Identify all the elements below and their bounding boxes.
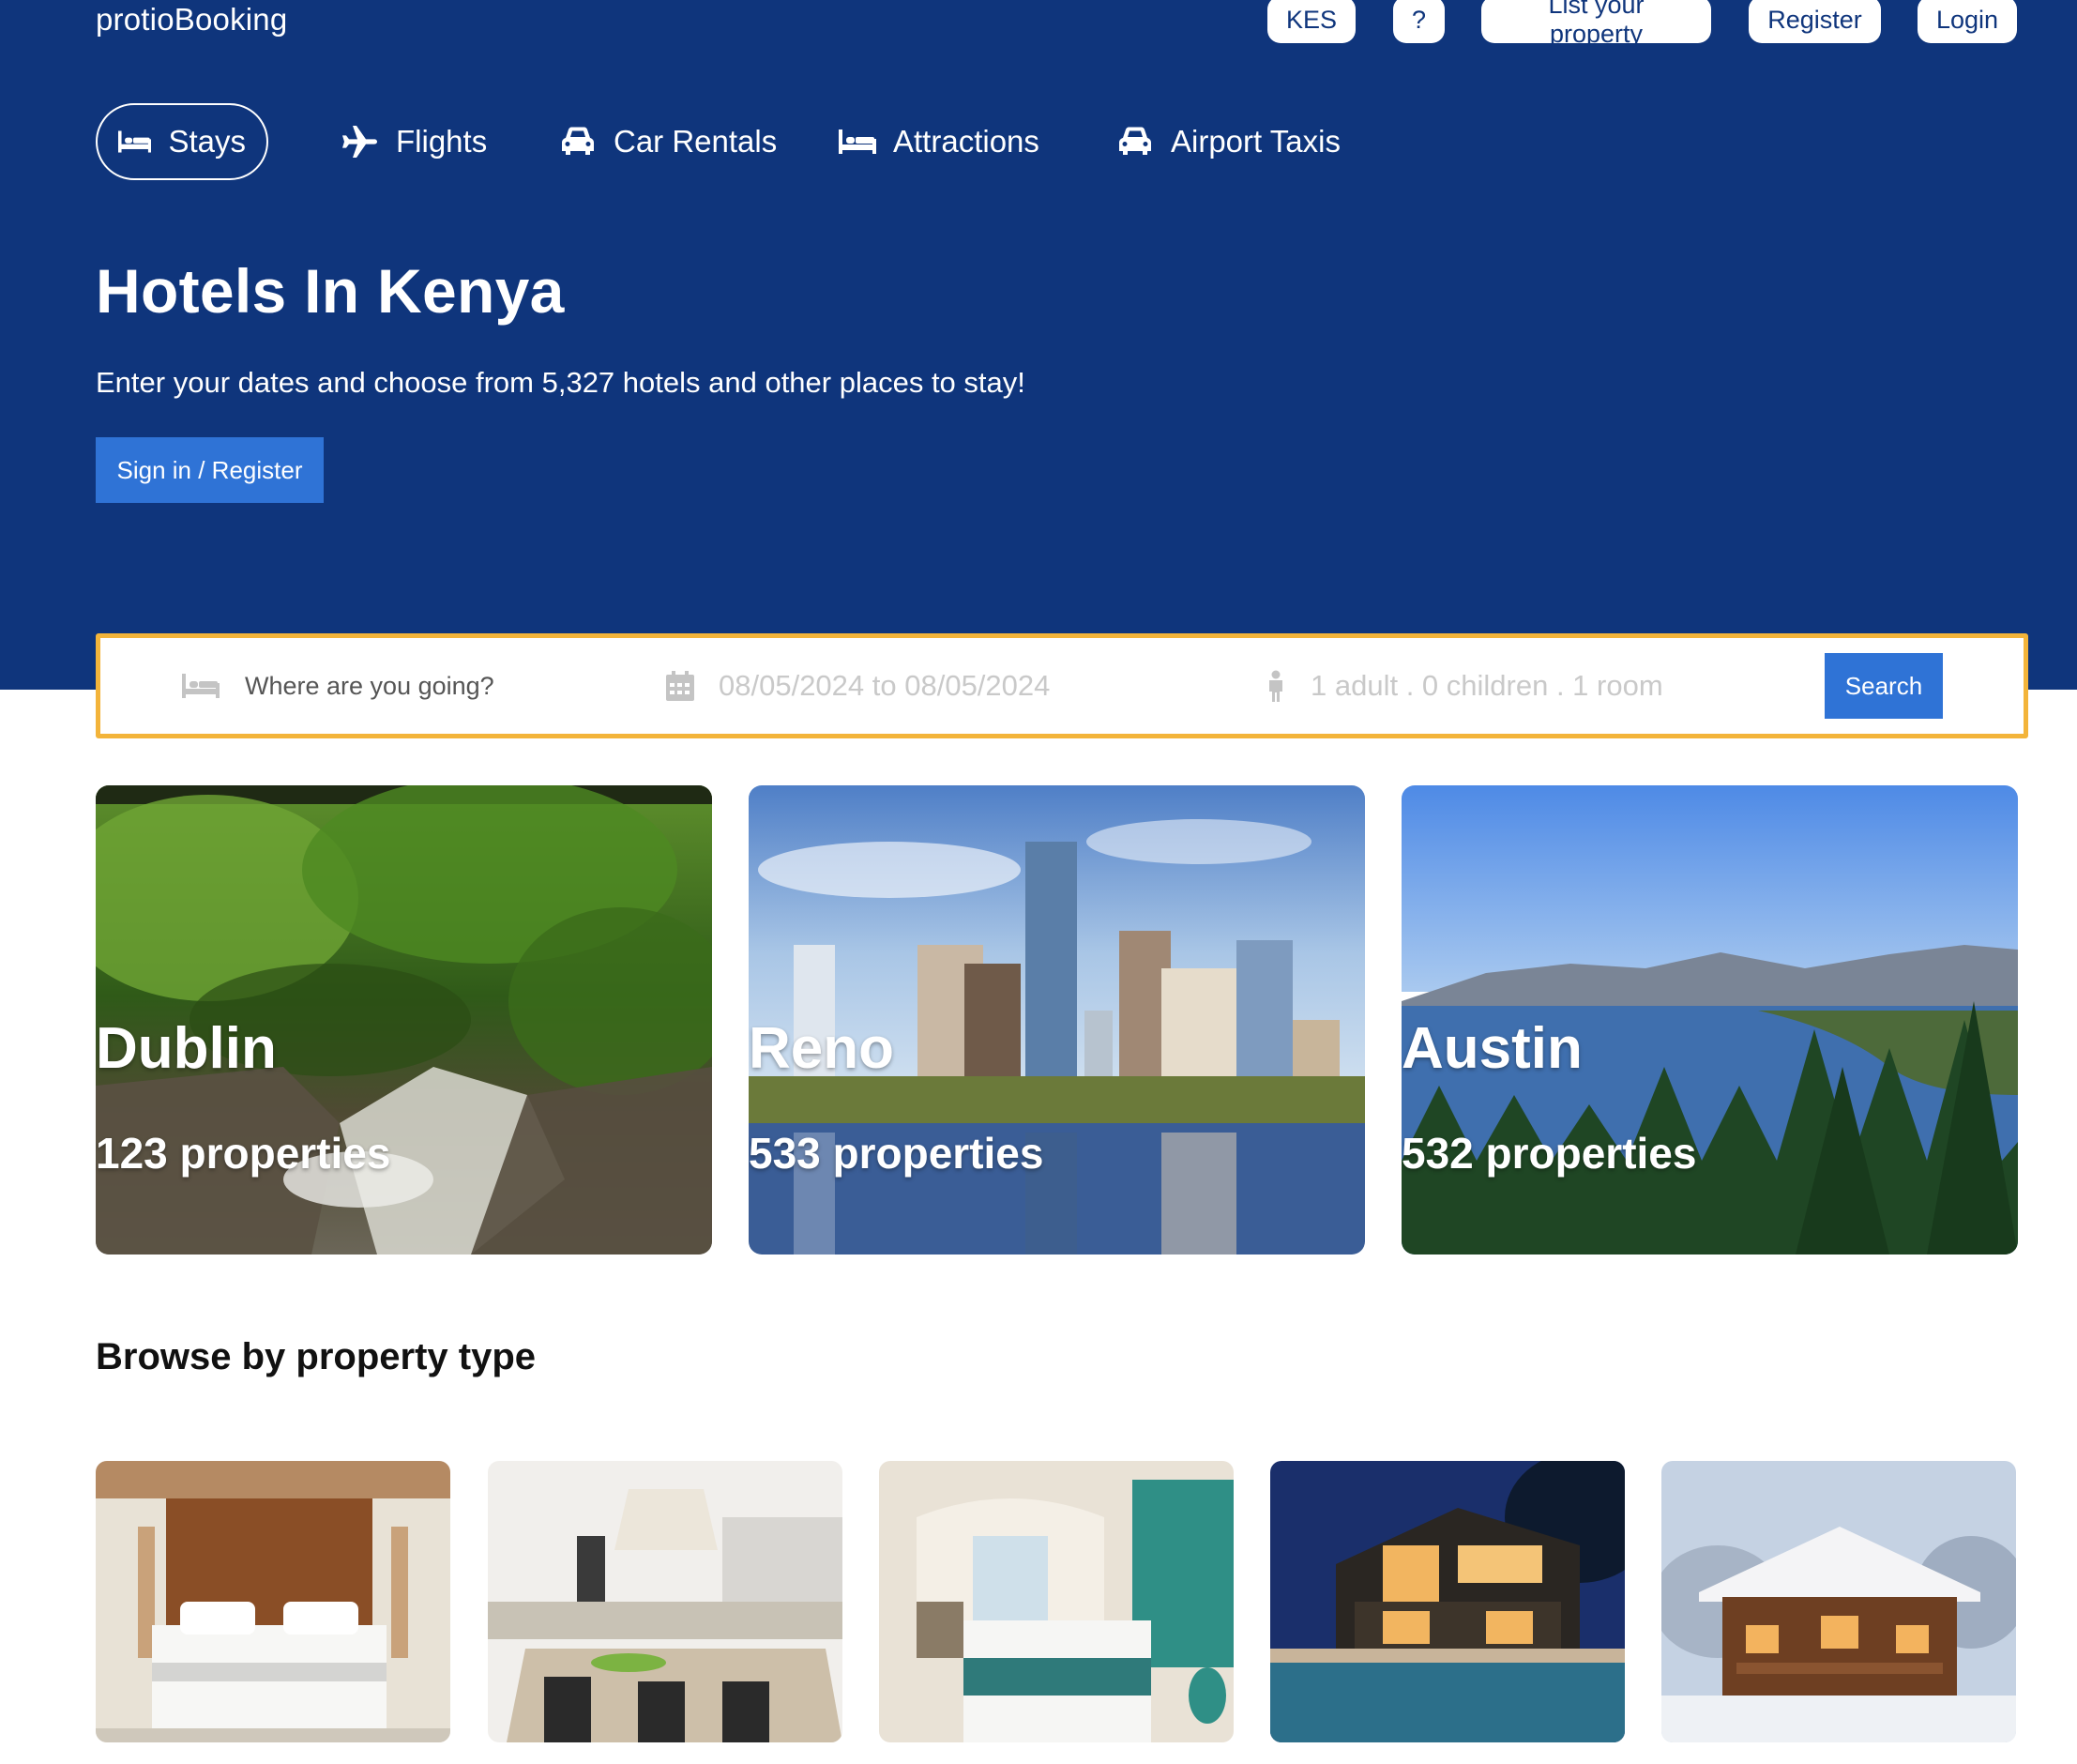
featured-card-austin[interactable]: Austin 532 properties (1402, 785, 2018, 1255)
city-name: Austin (1402, 1016, 1583, 1081)
property-type-card-resort[interactable] (879, 1461, 1234, 1742)
currency-button[interactable]: KES (1267, 0, 1356, 43)
snow-cabin-image (1661, 1461, 2016, 1742)
resort-room-image (879, 1461, 1234, 1742)
nav-attractions[interactable]: Attractions (839, 103, 1039, 180)
car-icon (562, 127, 594, 155)
calendar-icon (666, 671, 694, 701)
apartment-kitchen-image (488, 1461, 842, 1742)
nav-label: Stays (168, 124, 246, 159)
villa-pool-image (1270, 1461, 1625, 1742)
hero-subtitle: Enter your dates and choose from 5,327 h… (96, 366, 1025, 399)
nav-flights[interactable]: Flights (341, 103, 487, 180)
destination-input[interactable] (245, 671, 639, 701)
search-button[interactable]: Search (1825, 653, 1943, 719)
nav-label: Airport Taxis (1171, 124, 1341, 159)
guests-field[interactable]: 1 adult . 0 children . 1 room (1266, 638, 1663, 734)
bed-icon (182, 674, 220, 698)
nav-stays[interactable]: Stays (96, 103, 268, 180)
property-count: 532 properties (1402, 1129, 1697, 1178)
logo[interactable]: protioBooking (96, 2, 287, 38)
search-bar: 08/05/2024 to 08/05/2024 1 adult . 0 chi… (96, 633, 2028, 738)
plane-icon (342, 126, 377, 158)
property-type-card-cabin[interactable] (1661, 1461, 2016, 1742)
hotel-bedroom-image (96, 1461, 450, 1742)
guests-text: 1 adult . 0 children . 1 room (1311, 669, 1663, 702)
signin-register-button[interactable]: Sign in / Register (96, 437, 324, 503)
featured-card-reno[interactable]: Reno 533 properties (749, 785, 1365, 1255)
nav-label: Car Rentals (614, 124, 778, 159)
property-count: 533 properties (749, 1129, 1044, 1178)
taxi-icon (1119, 127, 1151, 155)
city-name: Dublin (96, 1016, 277, 1081)
property-type-card-villa[interactable] (1270, 1461, 1625, 1742)
person-icon (1269, 670, 1282, 702)
list-property-button[interactable]: List your property (1481, 0, 1711, 48)
property-count: 123 properties (96, 1129, 391, 1178)
page-title: Hotels In Kenya (96, 256, 565, 326)
city-name: Reno (749, 1016, 894, 1081)
property-type-card-apartment[interactable] (488, 1461, 842, 1742)
destination-field[interactable] (181, 638, 639, 734)
nav-car-rentals[interactable]: Car Rentals (559, 103, 777, 180)
top-bar: protioBooking KES ? List your property R… (0, 0, 2077, 56)
nav-label: Flights (396, 124, 488, 159)
section-title: Browse by property type (96, 1336, 537, 1377)
bed-icon (118, 130, 152, 153)
register-button[interactable]: Register (1749, 0, 1881, 43)
date-field[interactable]: 08/05/2024 to 08/05/2024 (666, 638, 1050, 734)
bed-icon (839, 129, 876, 154)
featured-card-dublin[interactable]: Dublin 123 properties (96, 785, 712, 1255)
date-range-text: 08/05/2024 to 08/05/2024 (719, 669, 1051, 702)
login-button[interactable]: Login (1918, 0, 2017, 43)
nav-airport-taxis[interactable]: Airport Taxis (1116, 103, 1341, 180)
nav-label: Attractions (893, 124, 1039, 159)
property-type-card-hotel[interactable] (96, 1461, 450, 1742)
help-button[interactable]: ? (1393, 0, 1445, 43)
